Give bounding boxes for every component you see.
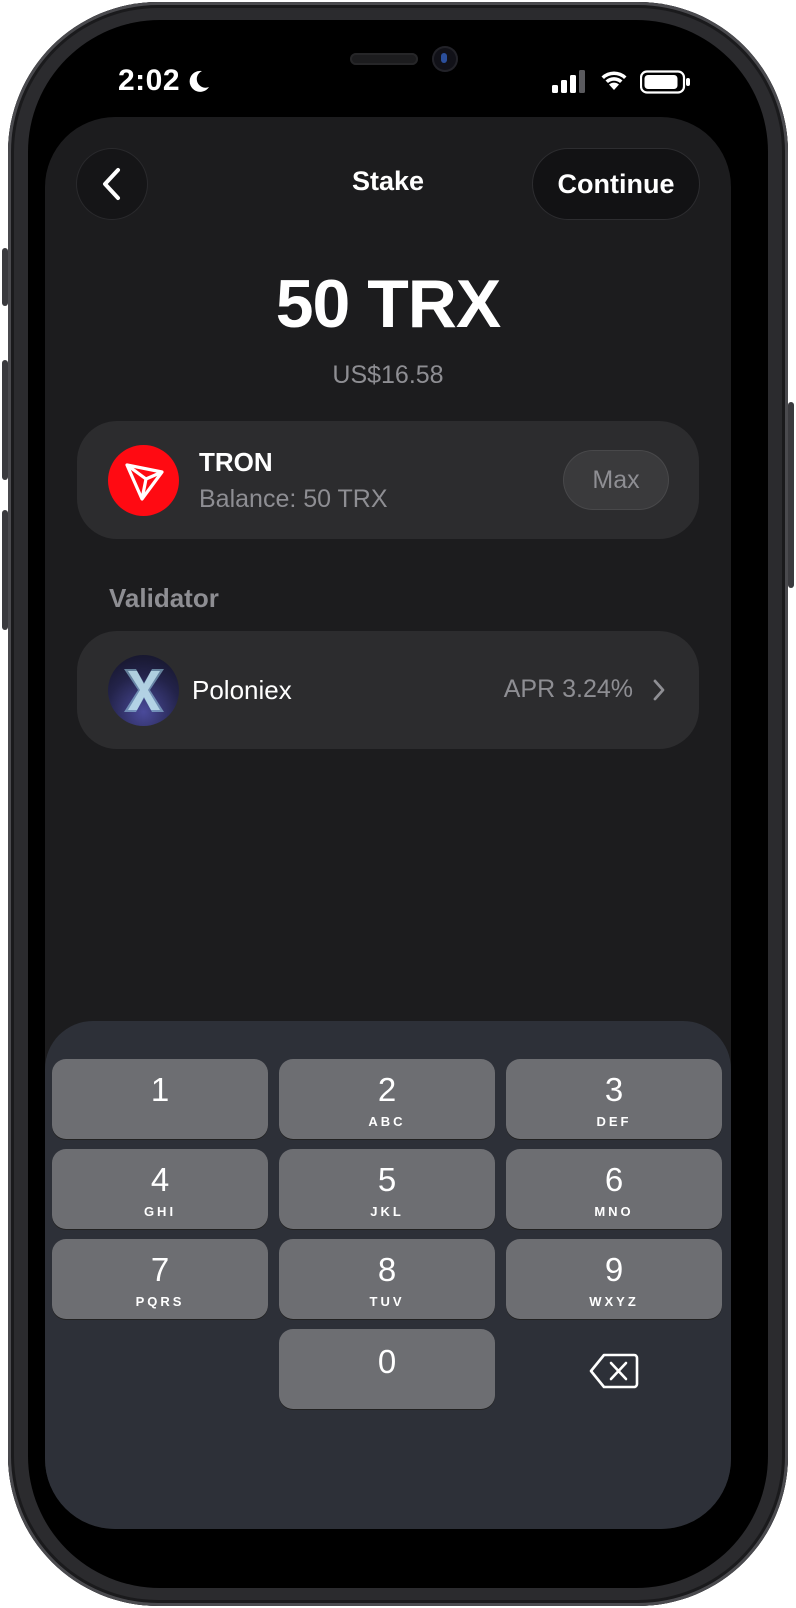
- key-digit: 9: [604, 1251, 624, 1288]
- key-digit: 6: [604, 1161, 624, 1198]
- key-letters: DEF: [596, 1114, 632, 1129]
- validator-apr: APR 3.24%: [503, 675, 633, 703]
- moon-icon: [189, 70, 209, 92]
- chevron-right-icon: [653, 679, 665, 701]
- token-card: TRON Balance: 50 TRX Max: [77, 421, 699, 539]
- phone-frame: 2:02 Stake Continue 50 TRX US$16.58 TRON…: [2, 2, 794, 1606]
- key-2[interactable]: 2 ABC: [279, 1059, 495, 1139]
- silent-switch: [2, 248, 8, 306]
- key-digit: 8: [377, 1251, 397, 1288]
- token-name: TRON: [199, 447, 273, 477]
- key-5[interactable]: 5 JKL: [279, 1149, 495, 1229]
- key-0[interactable]: 0: [279, 1329, 495, 1409]
- wifi-icon: [601, 71, 627, 90]
- stake-amount: 50 TRX: [275, 266, 502, 342]
- tron-logo-icon: [108, 445, 179, 516]
- status-time: 2:02: [118, 64, 181, 97]
- validator-name: Poloniex: [192, 675, 292, 705]
- key-letters: JKL: [370, 1204, 404, 1219]
- max-button[interactable]: Max: [564, 451, 668, 509]
- continue-button[interactable]: Continue: [533, 149, 699, 219]
- token-balance: Balance: 50 TRX: [199, 485, 388, 513]
- volume-down-button: [2, 510, 8, 630]
- key-digit: 7: [150, 1251, 170, 1288]
- fiat-amount: US$16.58: [332, 361, 444, 389]
- key-letters: WXYZ: [589, 1294, 639, 1309]
- key-6[interactable]: 6 MNO: [506, 1149, 722, 1229]
- numeric-keypad: 1 2 ABC 3 DEF 4 GHI 5 JKL 6 MNO 7 PQRS 8…: [45, 1021, 731, 1529]
- key-4[interactable]: 4 GHI: [52, 1149, 268, 1229]
- key-9[interactable]: 9 WXYZ: [506, 1239, 722, 1319]
- key-digit: 5: [377, 1161, 397, 1198]
- key-letters: MNO: [594, 1204, 634, 1219]
- phone-bezel: 2:02 Stake Continue 50 TRX US$16.58 TRON…: [28, 20, 768, 1588]
- key-1[interactable]: 1: [52, 1059, 268, 1139]
- backspace-icon[interactable]: [589, 1351, 639, 1391]
- power-button: [788, 402, 794, 588]
- key-digit: 3: [604, 1071, 624, 1108]
- key-digit: 4: [150, 1161, 170, 1198]
- key-7[interactable]: 7 PQRS: [52, 1239, 268, 1319]
- key-letters: TUV: [369, 1294, 405, 1309]
- key-digit: 2: [377, 1071, 397, 1108]
- key-digit: 1: [150, 1071, 170, 1108]
- app-screen: Stake Continue 50 TRX US$16.58 TRON Bala…: [45, 117, 731, 1529]
- front-camera: [432, 46, 458, 72]
- key-letters: ABC: [368, 1114, 406, 1129]
- key-letters: GHI: [143, 1204, 177, 1219]
- status-bar: 2:02: [28, 20, 768, 130]
- validator-section-label: Validator: [109, 583, 219, 613]
- validator-row[interactable]: Poloniex APR 3.24%: [77, 631, 699, 749]
- earpiece-speaker: [350, 53, 418, 65]
- key-letters: PQRS: [135, 1294, 185, 1309]
- poloniex-logo-icon: [108, 655, 179, 726]
- key-8[interactable]: 8 TUV: [279, 1239, 495, 1319]
- cellular-signal-icon: [552, 70, 585, 93]
- battery-icon: [640, 70, 690, 94]
- volume-up-button: [2, 360, 8, 480]
- key-3[interactable]: 3 DEF: [506, 1059, 722, 1139]
- key-digit: 0: [377, 1343, 397, 1380]
